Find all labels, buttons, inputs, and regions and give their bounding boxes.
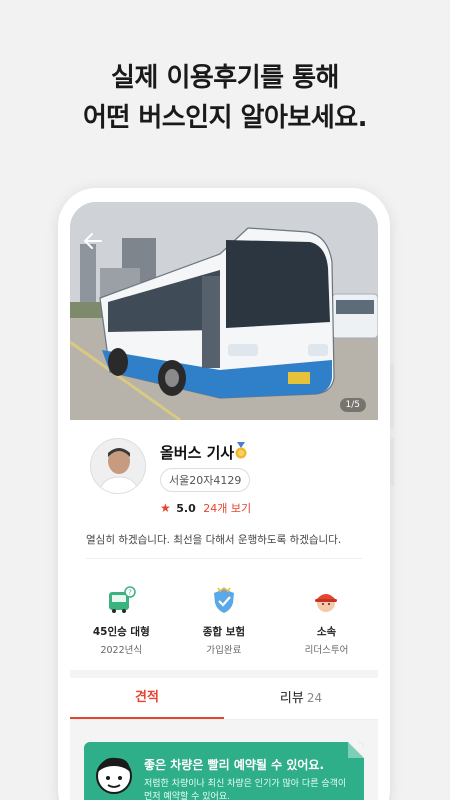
phone-side-button <box>390 364 394 428</box>
headline-line-1: 실제 이용후기를 통해 <box>111 63 339 93</box>
feature-company: 소속 리더스투어 <box>275 586 378 656</box>
bus-illustration <box>70 202 378 420</box>
driver-profile: 올버스 기사 서울20자4129 ★ 5.0 24개 보기 <box>70 420 378 528</box>
tab-bar: 견적 리뷰 24 <box>70 678 378 720</box>
tab-quote[interactable]: 견적 <box>70 678 224 719</box>
tab-reviews[interactable]: 리뷰 24 <box>224 678 378 719</box>
feature-subtitle: 2022년식 <box>100 645 143 656</box>
feature-bus-size: ? 45인승 대형 2022년식 <box>70 586 173 656</box>
driver-photo <box>91 439 145 493</box>
tab-content: 좋은 차량은 빨리 예약될 수 있어요. 저렴한 차량이나 최신 차량은 인기가… <box>70 720 378 800</box>
insurance-shield-icon <box>213 587 234 613</box>
notice-body: 저렴한 차량이나 최신 차량은 인기가 많아 다른 승객이 먼저 예약할 수 있… <box>144 779 347 800</box>
feature-title: 소속 <box>316 626 337 638</box>
svg-text:?: ? <box>128 589 132 597</box>
back-arrow-icon[interactable] <box>82 230 104 252</box>
feature-subtitle: 리더스투어 <box>304 645 349 656</box>
driver-intro: 열심히 하겠습니다. 최선을 다해서 운행하도록 하겠습니다. <box>86 534 342 546</box>
reviews-link[interactable]: 24개 보기 <box>203 502 251 515</box>
feature-title: 종합 보험 <box>202 626 246 638</box>
tab-count: 24 <box>306 691 323 705</box>
rating-score: 5.0 <box>176 502 196 515</box>
feature-insurance: 종합 보험 가입완료 <box>173 586 276 656</box>
company-avatar-icon <box>315 594 338 612</box>
driver-name: 올버스 기사 <box>160 444 235 462</box>
notice-fold-corner <box>348 742 364 758</box>
feature-title: 45인승 대형 <box>92 626 150 638</box>
headline-line-2: 어떤 버스인지 알아보세요. <box>82 103 368 133</box>
character-icon <box>96 757 132 794</box>
medal-icon <box>235 442 247 459</box>
notice-title: 좋은 차량은 빨리 예약될 수 있어요. <box>144 758 325 772</box>
driver-rating: ★ 5.0 24개 보기 <box>160 500 251 516</box>
phone-side-button <box>390 438 394 486</box>
bus-icon: ? <box>109 586 137 613</box>
photo-counter: 1/5 <box>339 398 366 412</box>
headline: 실제 이용후기를 통해 어떤 버스인지 알아보세요. <box>0 58 450 138</box>
driver-avatar <box>90 438 146 494</box>
bus-photo[interactable]: 1/5 <box>70 202 378 420</box>
star-icon: ★ <box>160 501 171 515</box>
feature-subtitle: 가입완료 <box>206 645 242 656</box>
phone-mockup: 1/5 올버스 기사 서울20자4129 ★ 5.0 24개 보기 열심히 하겠… <box>58 188 394 800</box>
license-plate-badge: 서울20자4129 <box>160 468 251 492</box>
bus-features: ? 45인승 대형 2022년식 종합 보험 가입완료 소속 리더스투어 <box>70 586 378 656</box>
divider <box>86 558 362 559</box>
section-separator <box>70 670 378 678</box>
tab-label: 견적 <box>135 690 159 705</box>
app-screen: 1/5 올버스 기사 서울20자4129 ★ 5.0 24개 보기 열심히 하겠… <box>70 202 378 800</box>
tab-label: 리뷰 <box>279 691 304 706</box>
notice-card: 좋은 차량은 빨리 예약될 수 있어요. 저렴한 차량이나 최신 차량은 인기가… <box>84 742 364 800</box>
